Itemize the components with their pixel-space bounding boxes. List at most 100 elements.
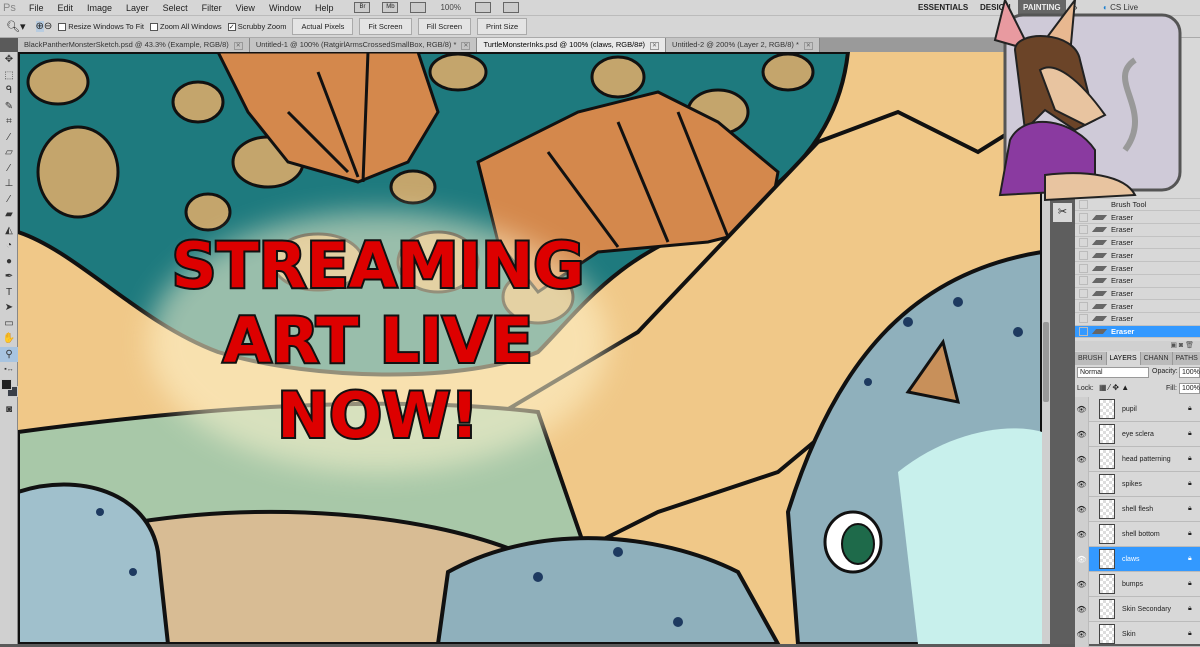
history-source-checkbox[interactable] (1079, 250, 1088, 260)
history-state[interactable]: Brush Tool (1075, 199, 1200, 212)
tab-turtlemonsterinks[interactable]: TurtleMonsterInks.psd @ 100% (claws, RGB… (477, 38, 667, 52)
brush-tool-icon[interactable]: ⁄ (0, 161, 18, 177)
healing-brush-tool-icon[interactable]: ▱ (0, 145, 18, 161)
history-source-checkbox[interactable] (1079, 238, 1088, 248)
close-icon[interactable]: ✕ (461, 42, 471, 50)
visibility-eye-icon[interactable]: 👁︎ (1075, 621, 1089, 647)
history-source-checkbox[interactable] (1079, 225, 1088, 235)
menu-filter[interactable]: Filter (195, 3, 229, 13)
eyedropper-tool-icon[interactable]: ⁄ (0, 130, 18, 146)
menu-view[interactable]: View (229, 3, 262, 13)
layer-row[interactable]: 👁︎ Skin Secondary 🔒︎ (1075, 596, 1200, 622)
blur-tool-icon[interactable]: ◔ (0, 238, 18, 254)
vertical-scrollbar[interactable] (1042, 52, 1050, 644)
bridge-button[interactable]: Br (354, 2, 371, 13)
pen-tool-icon[interactable]: ✒ (0, 269, 18, 285)
fit-screen-button[interactable]: Fit Screen (359, 18, 412, 35)
history-source-checkbox[interactable] (1079, 263, 1088, 273)
layer-row[interactable]: 👁︎ head patterning 🔒︎ (1075, 446, 1200, 472)
scrollbar-thumb[interactable] (1043, 322, 1049, 402)
zoom-in-icon[interactable]: ⊕ (35, 21, 44, 32)
new-document-icon[interactable]: ▣ (1170, 342, 1177, 349)
blend-mode-select[interactable]: Normal (1077, 367, 1149, 378)
history-state[interactable]: Eraser (1075, 211, 1200, 225)
history-state[interactable]: Eraser (1075, 237, 1200, 250)
visibility-eye-icon[interactable]: 👁︎ (1075, 571, 1089, 597)
history-source-checkbox[interactable] (1079, 314, 1088, 324)
close-icon[interactable]: ✕ (650, 42, 660, 50)
zoom-tool-preset-icon[interactable]: 🔍︎▾ (6, 20, 26, 33)
cs-live-button[interactable]: ◐ CS Live (1098, 0, 1143, 16)
tab-blackpanther[interactable]: BlackPantherMonsterSketch.psd @ 43.3% (E… (18, 38, 250, 52)
color-swatches[interactable] (0, 378, 18, 402)
menu-window[interactable]: Window (262, 3, 308, 13)
tab-brush[interactable]: BRUSH (1075, 352, 1107, 365)
dodge-tool-icon[interactable]: ● (0, 254, 18, 270)
history-state[interactable]: Eraser (1075, 275, 1200, 288)
zoom-level-select[interactable]: 100% (440, 3, 460, 12)
visibility-eye-icon[interactable]: 👁︎ (1075, 471, 1089, 497)
history-source-checkbox[interactable] (1079, 212, 1088, 222)
tab-layers[interactable]: LAYERS (1106, 352, 1141, 365)
crop-tool-icon[interactable]: ⌗ (0, 114, 18, 130)
type-tool-icon[interactable]: T (0, 285, 18, 301)
layer-row[interactable]: 👁︎ bumps 🔒︎ (1075, 571, 1200, 597)
trash-icon[interactable]: 🗑︎ (1185, 342, 1194, 349)
menu-layer[interactable]: Layer (119, 3, 156, 13)
visibility-eye-icon[interactable]: 👁︎ (1075, 546, 1089, 572)
scrubby-zoom-checkbox[interactable]: ✓ Scrubby Zoom (227, 22, 286, 31)
zoom-out-icon[interactable]: ⊖ (44, 21, 52, 32)
screen-mode-button[interactable] (502, 2, 519, 13)
history-state[interactable]: Eraser (1075, 288, 1200, 301)
workspace-painting[interactable]: PAINTING (1018, 0, 1066, 16)
actual-pixels-button[interactable]: Actual Pixels (292, 18, 354, 35)
history-state[interactable]: Eraser (1075, 325, 1200, 339)
zoom-all-windows-checkbox[interactable]: Zoom All Windows (150, 22, 222, 31)
history-state[interactable]: Eraser (1075, 313, 1200, 326)
history-source-checkbox[interactable] (1079, 288, 1088, 298)
snapshot-icon[interactable]: ◙ (1179, 342, 1183, 349)
visibility-eye-icon[interactable]: 👁︎ (1075, 396, 1089, 422)
history-state[interactable]: Eraser (1075, 262, 1200, 275)
visibility-eye-icon[interactable]: 👁︎ (1075, 521, 1089, 547)
tab-untitled-2[interactable]: Untitled-2 @ 200% (Layer 2, RGB/8) * ✕ (666, 38, 820, 52)
workspace-more[interactable]: » (1068, 0, 1082, 16)
visibility-eye-icon[interactable]: 👁︎ (1075, 496, 1089, 522)
clone-stamp-tool-icon[interactable]: ⊥ (0, 176, 18, 192)
paint-bucket-tool-icon[interactable]: ◭ (0, 223, 18, 239)
layer-row[interactable]: 👁︎ spikes 🔒︎ (1075, 471, 1200, 497)
history-state[interactable]: Eraser (1075, 300, 1200, 313)
visibility-eye-icon[interactable]: 👁︎ (1075, 596, 1089, 622)
foreground-color-swatch[interactable] (1, 378, 12, 390)
history-state[interactable]: Eraser (1075, 250, 1200, 263)
lock-icons[interactable]: ▦ ⁄ ✥ ▲ (1099, 383, 1129, 392)
hand-tool-icon[interactable]: ✋ (0, 331, 18, 347)
layer-row[interactable]: 👁︎ Skin 🔒︎ (1075, 621, 1200, 647)
menu-file[interactable]: File (22, 3, 51, 13)
layer-row[interactable]: 👁︎ eye sclera 🔒︎ (1075, 421, 1200, 447)
menu-image[interactable]: Image (80, 3, 119, 13)
opacity-input[interactable]: 100% (1179, 367, 1200, 378)
workspace-design[interactable]: DESIGN (975, 0, 1016, 16)
tool-presets-icon[interactable]: ✂ (1053, 203, 1072, 222)
workspace-essentials[interactable]: ESSENTIALS (913, 0, 973, 16)
history-state[interactable]: Eraser (1075, 186, 1200, 199)
lasso-tool-icon[interactable]: ᑫ (0, 83, 18, 99)
menu-help[interactable]: Help (308, 3, 341, 13)
history-brush-tool-icon[interactable]: ⁄ (0, 192, 18, 208)
quick-select-tool-icon[interactable]: ✎ (0, 99, 18, 115)
history-source-checkbox[interactable] (1079, 327, 1088, 337)
history-source-checkbox[interactable] (1079, 200, 1088, 210)
zoom-tool-icon[interactable]: ⚲ (0, 346, 18, 362)
tab-paths[interactable]: PATHS (1172, 352, 1200, 365)
history-source-checkbox[interactable] (1079, 187, 1088, 197)
print-size-button[interactable]: Print Size (477, 18, 528, 35)
quick-mask-icon[interactable]: ◙ (0, 402, 18, 418)
view-extras-button[interactable] (410, 2, 427, 13)
tab-channels[interactable]: CHANN (1140, 352, 1173, 365)
layer-row[interactable]: 👁︎ pupil 🔒︎ (1075, 396, 1200, 422)
menu-select[interactable]: Select (156, 3, 195, 13)
layer-row[interactable]: 👁︎ claws 🔒︎ (1075, 546, 1200, 572)
marquee-tool-icon[interactable]: ⬚ (0, 68, 18, 84)
history-source-checkbox[interactable] (1079, 276, 1088, 286)
